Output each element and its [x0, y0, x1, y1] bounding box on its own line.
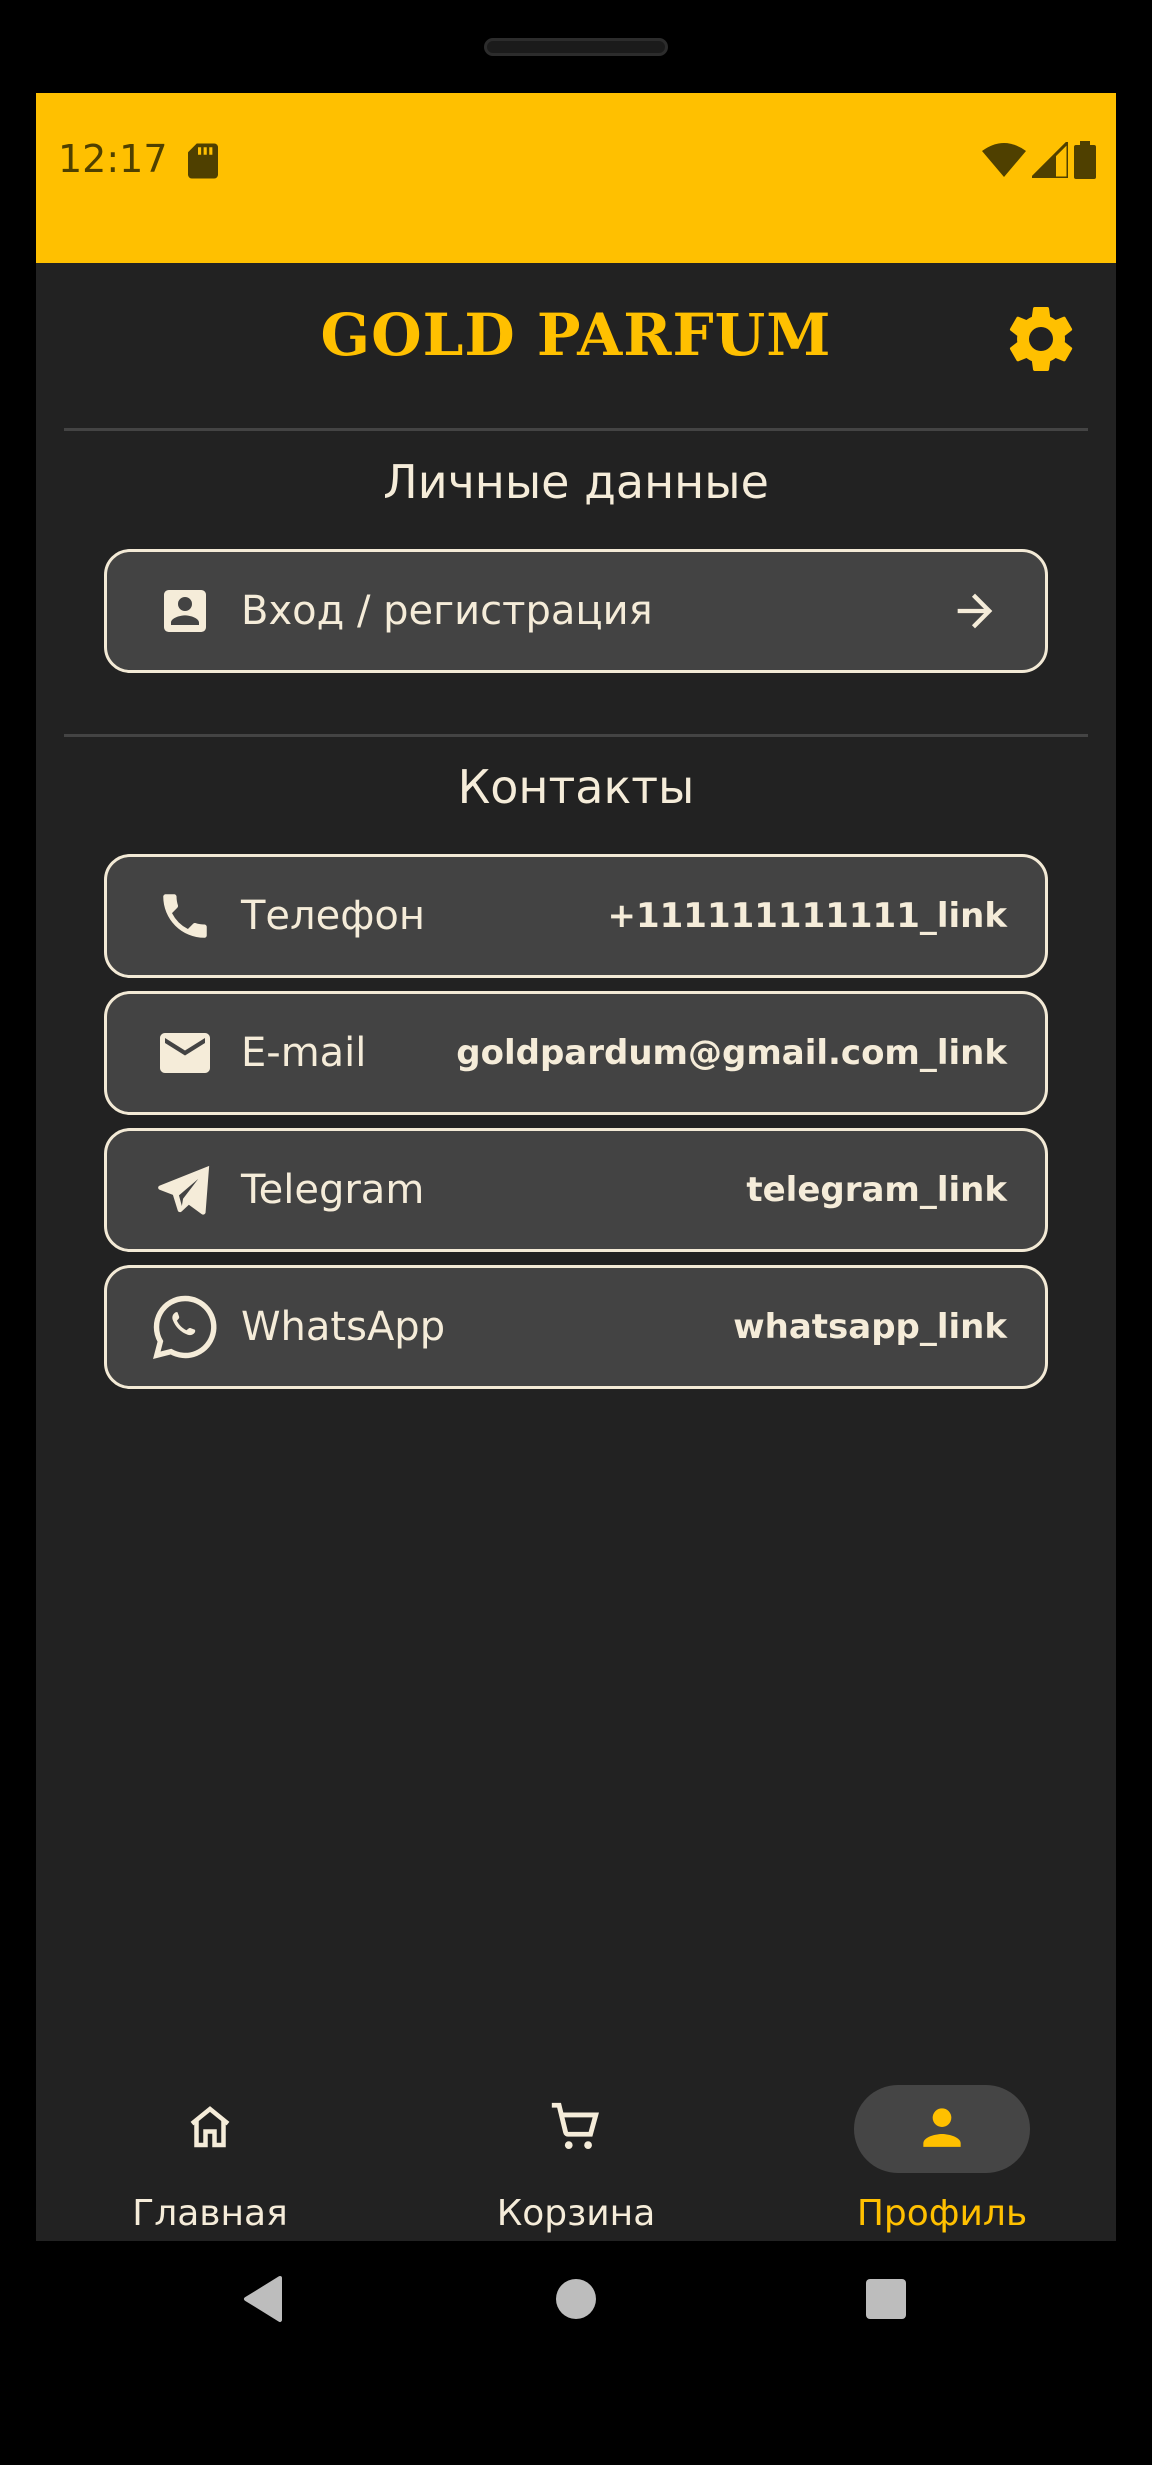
telegram-link[interactable]: telegram_link	[746, 1170, 1007, 1210]
nav-pill	[488, 2085, 664, 2173]
sd-card-icon	[188, 143, 218, 183]
nav-item-cart[interactable]: Корзина	[426, 2023, 726, 2241]
wifi-icon	[982, 143, 1026, 181]
login-register-button[interactable]: Вход / регистрация	[104, 549, 1048, 673]
back-triangle-icon	[240, 2274, 284, 2328]
contact-telegram-row[interactable]: Telegram telegram_link	[104, 1128, 1048, 1252]
status-time: 12:17	[58, 137, 168, 181]
section-title-personal: Личные данные	[383, 455, 769, 509]
system-navigation-bar	[0, 2241, 1152, 2371]
recents-square-icon	[864, 2277, 908, 2325]
contact-label: E-mail	[241, 1030, 367, 1076]
login-register-label: Вход / регистрация	[241, 588, 653, 634]
home-circle-icon	[554, 2277, 598, 2325]
email-link[interactable]: goldpardum@gmail.com_link	[456, 1033, 1007, 1073]
nav-pill-active	[854, 2085, 1030, 2173]
email-icon	[145, 1013, 225, 1093]
nav-label-home: Главная	[132, 2193, 288, 2234]
contact-phone-row[interactable]: Телефон +111111111111_link	[104, 854, 1048, 978]
earpiece-speaker	[484, 38, 668, 56]
app-screen: 12:17 GOLD PARFUM Личные данные Вход / р…	[36, 93, 1116, 2241]
status-bar: 12:17	[36, 93, 1116, 263]
back-button[interactable]	[232, 2271, 292, 2331]
nav-item-home[interactable]: Главная	[60, 2023, 360, 2241]
contact-label: Телефон	[241, 893, 426, 939]
contact-label: WhatsApp	[241, 1304, 446, 1350]
contact-whatsapp-row[interactable]: WhatsApp whatsapp_link	[104, 1265, 1048, 1389]
whatsapp-link[interactable]: whatsapp_link	[733, 1307, 1007, 1347]
gear-icon	[1001, 306, 1081, 383]
divider	[64, 734, 1088, 737]
whatsapp-icon	[145, 1287, 225, 1367]
settings-button[interactable]	[1001, 299, 1081, 379]
person-icon	[914, 2099, 970, 2159]
bottom-navigation: Главная Корзина Профиль	[36, 2023, 1116, 2241]
phone-icon	[145, 876, 225, 956]
nav-item-profile[interactable]: Профиль	[792, 2023, 1092, 2241]
phone-frame: 12:17 GOLD PARFUM Личные данные Вход / р…	[0, 0, 1152, 2465]
section-title-contacts: Контакты	[457, 760, 695, 814]
divider	[64, 428, 1088, 431]
battery-icon	[1074, 141, 1096, 183]
app-bar: GOLD PARFUM	[36, 263, 1116, 403]
app-title: GOLD PARFUM	[320, 301, 832, 369]
home-system-button[interactable]	[546, 2271, 606, 2331]
telegram-icon	[145, 1150, 225, 1230]
arrow-right-icon	[949, 585, 1001, 637]
contact-label: Telegram	[241, 1167, 425, 1213]
nav-label-cart: Корзина	[496, 2193, 656, 2234]
contact-email-row[interactable]: E-mail goldpardum@gmail.com_link	[104, 991, 1048, 1115]
signal-icon	[1028, 138, 1070, 182]
home-icon	[183, 2100, 237, 2158]
nav-pill	[122, 2085, 298, 2173]
nav-label-profile: Профиль	[856, 2193, 1028, 2234]
recents-button[interactable]	[856, 2271, 916, 2331]
account-box-icon	[145, 571, 225, 651]
cart-icon	[547, 2098, 605, 2160]
phone-link[interactable]: +111111111111_link	[608, 896, 1008, 936]
